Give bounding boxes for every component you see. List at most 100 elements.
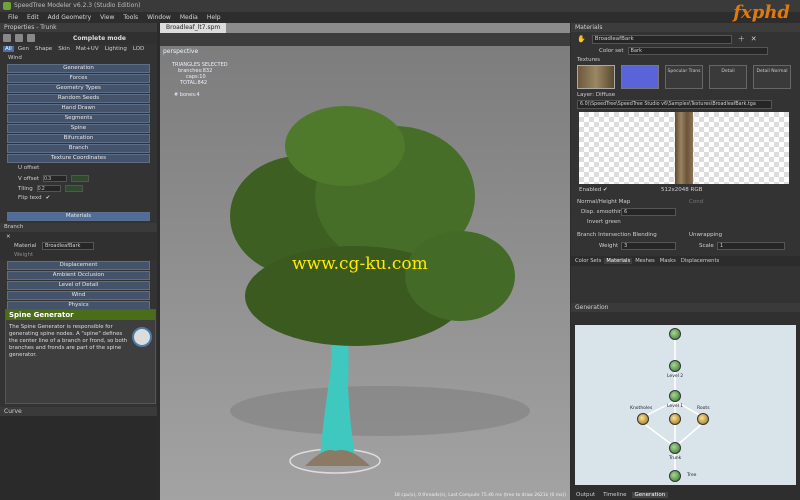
weight-input[interactable]: 3 [621, 242, 676, 250]
viewport-status: 18 cpu(s), 0 threads(s), Last Compute 75… [394, 493, 566, 498]
foliage-crown [285, 106, 405, 186]
section-generation[interactable]: Generation [7, 64, 150, 73]
tiling-curve[interactable] [64, 185, 83, 192]
generation-graph[interactable]: Level 2 Level 1 Knotholes Roots Trunk Tr… [575, 325, 796, 485]
tab-generation[interactable]: Generation [631, 492, 669, 498]
textures-label: Textures [577, 57, 600, 63]
tab-all[interactable]: All [3, 46, 14, 52]
tab-lighting[interactable]: Lighting [103, 46, 129, 52]
add-material-icon[interactable]: ＋ [738, 34, 745, 44]
property-category-tabs: All Gen Shape Skin Mat+UV Lighting LOD [0, 44, 157, 54]
section-spine[interactable]: Spine [7, 124, 150, 133]
tab-lod[interactable]: LOD [131, 46, 146, 52]
material-dropdown[interactable]: BroadleafBark [42, 242, 94, 250]
section-level-of-detail[interactable]: Level of Detail [7, 281, 150, 290]
tab-gen[interactable]: Gen [16, 46, 31, 52]
detail-normal-slot[interactable]: Detail Normal [753, 65, 791, 89]
enabled-checkbox[interactable]: ✔ [603, 187, 608, 193]
tab-output[interactable]: Output [573, 492, 598, 498]
tab-displacements[interactable]: Displacements [679, 258, 721, 264]
section-displacement[interactable]: Displacement [7, 261, 150, 270]
section-texture-coordinates[interactable]: Texture Coordinates [7, 154, 150, 163]
graph-node-roots[interactable] [697, 413, 709, 425]
section-bifurcation[interactable]: Bifurcation [7, 134, 150, 143]
curve-title: Curve [0, 407, 157, 416]
texture-path-field[interactable]: 6.0)\SpeedTree\SpeedTree Studio v6\Sampl… [577, 100, 772, 109]
menu-tools[interactable]: Tools [123, 12, 138, 23]
tab-shape[interactable]: Shape [33, 46, 54, 52]
tab-mat-uv[interactable]: Mat+UV [74, 46, 101, 52]
section-wind[interactable]: Wind [7, 291, 150, 300]
graph-node-level1[interactable] [669, 390, 681, 402]
graph-node-middle[interactable] [669, 413, 681, 425]
bottom-tabs: Output Timeline Generation [571, 490, 669, 500]
link-icon[interactable] [27, 34, 35, 42]
material-name-dropdown[interactable]: BroadleafBark [591, 34, 732, 44]
materials-button[interactable]: Materials [7, 212, 150, 221]
3d-viewport[interactable]: perspective TRIANGLES SELECTED branches:… [160, 46, 570, 500]
delete-material-icon[interactable]: ✕ [751, 35, 757, 43]
color-set-dropdown[interactable]: Bark [627, 47, 768, 55]
tab-wind[interactable]: Wind [0, 54, 157, 63]
section-forces[interactable]: Forces [7, 74, 150, 83]
weight-label: Weight [14, 252, 34, 258]
graph-node-level2[interactable] [669, 360, 681, 372]
graph-node-knotholes[interactable] [637, 413, 649, 425]
graph-node-tree[interactable] [669, 470, 681, 482]
disp-smoothing-input[interactable]: 6 [621, 208, 676, 216]
section-hand-drawn[interactable]: Hand Drawn [7, 104, 150, 113]
specular-trans-slot[interactable]: Specular Trans [665, 65, 703, 89]
label-roots: Roots [697, 406, 710, 411]
tab-timeline[interactable]: Timeline [600, 492, 629, 498]
complete-mode-dropdown[interactable]: Complete mode [73, 35, 126, 42]
material-label: Material [14, 243, 37, 249]
remove-icon[interactable]: ✕ [6, 234, 11, 240]
hand-icon[interactable]: ✋ [577, 35, 586, 43]
scale-input[interactable]: 1 [717, 242, 785, 250]
tab-materials[interactable]: Materials [604, 258, 633, 264]
menu-window[interactable]: Window [147, 12, 171, 23]
detail-slot[interactable]: Detail [709, 65, 747, 89]
watermark: www.cg-ku.com [292, 254, 428, 274]
section-ambient-occlusion[interactable]: Ambient Occlusion [7, 271, 150, 280]
expand-icon[interactable] [15, 34, 23, 42]
graph-node-trunk[interactable] [669, 442, 681, 454]
flip-row: Flip texd ✔ [18, 195, 50, 201]
materials-title: Materials [571, 23, 800, 32]
section-branch[interactable]: Branch [7, 144, 150, 153]
collapse-icon[interactable] [3, 34, 11, 42]
diffuse-texture-slot[interactable] [577, 65, 615, 89]
tab-masks[interactable]: Masks [658, 258, 678, 264]
curve-panel: Curve [0, 407, 157, 500]
section-random-seeds[interactable]: Random Seeds [7, 94, 150, 103]
invert-green-label: Invert green [587, 219, 621, 225]
tiling-input[interactable] [36, 185, 61, 192]
layer-label: Layer: Diffuse [577, 92, 616, 98]
tab-meshes[interactable]: Meshes [633, 258, 657, 264]
menu-file[interactable]: File [8, 12, 18, 23]
section-geometry-types[interactable]: Geometry Types [7, 84, 150, 93]
properties-toolbar: Complete mode [0, 32, 157, 44]
tab-color-sets[interactable]: Color Sets [573, 258, 603, 264]
disp-smoothing-label: Disp. smoothing [581, 209, 626, 215]
properties-title: Properties - Trunk [0, 23, 157, 32]
generation-panel: Generation Level 2 Level 1 Knotholes Roo… [571, 303, 800, 500]
flip-checkbox[interactable]: ✔ [46, 195, 51, 201]
generation-title: Generation [571, 303, 800, 312]
document-tab[interactable]: Broadleaf_lt7.spm [160, 23, 227, 33]
materials-panel: Materials ✋ BroadleafBark ＋ ✕ Color set … [571, 23, 800, 500]
menu-edit[interactable]: Edit [27, 12, 39, 23]
section-segments[interactable]: Segments [7, 114, 150, 123]
label-level1: Level 1 [667, 404, 684, 409]
menu-help[interactable]: Help [207, 12, 221, 23]
menu-add-geometry[interactable]: Add Geometry [48, 12, 91, 23]
tab-skin[interactable]: Skin [56, 46, 72, 52]
v-offset-curve[interactable] [71, 175, 90, 182]
graph-node-top[interactable] [669, 328, 681, 340]
normal-texture-slot[interactable] [621, 65, 659, 89]
label-level2: Level 2 [667, 374, 684, 379]
v-offset-input[interactable] [43, 175, 68, 182]
menu-media[interactable]: Media [180, 12, 198, 23]
enabled-label: Enabled [579, 187, 602, 193]
menu-view[interactable]: View [100, 12, 114, 23]
